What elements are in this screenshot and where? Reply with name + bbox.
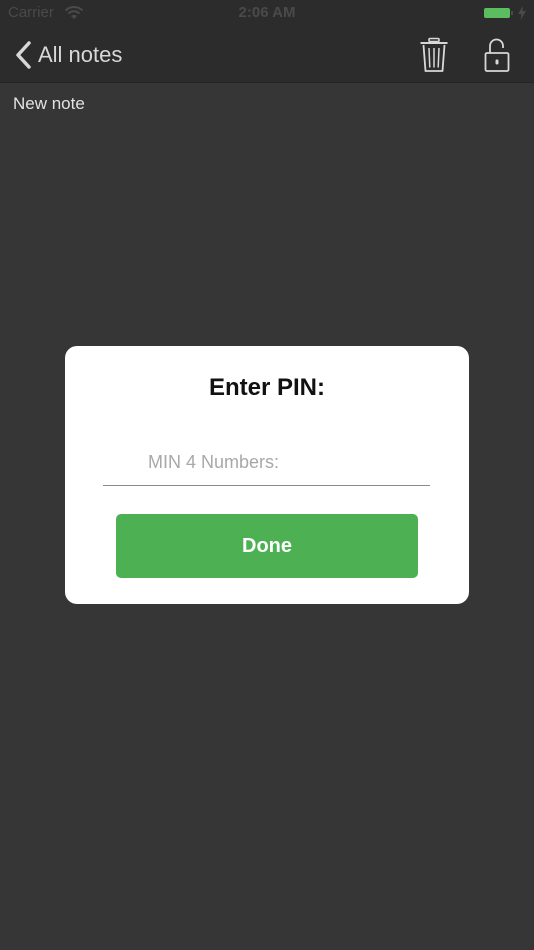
done-button[interactable]: Done — [116, 514, 418, 578]
back-label: All notes — [38, 42, 123, 67]
note-title[interactable]: New note — [13, 94, 85, 114]
screen: Carrier 2:06 AM All notes New note Enter… — [0, 0, 534, 950]
battery-cap — [511, 11, 513, 15]
dialog-title: Enter PIN: — [208, 374, 325, 401]
back-button[interactable]: All notes — [14, 38, 122, 72]
battery-icon — [484, 8, 510, 18]
pin-input[interactable] — [103, 440, 430, 486]
status-time: 2:06 AM — [238, 4, 296, 21]
charging-bolt-icon — [518, 6, 526, 20]
pin-dialog: Enter PIN: Done — [65, 346, 469, 604]
chevron-left-icon — [16, 41, 31, 69]
navigation-bar: All notes — [0, 28, 534, 83]
unlock-icon[interactable] — [482, 37, 512, 73]
status-bar: Carrier 2:06 AM — [0, 0, 534, 28]
trash-icon[interactable] — [419, 37, 449, 73]
